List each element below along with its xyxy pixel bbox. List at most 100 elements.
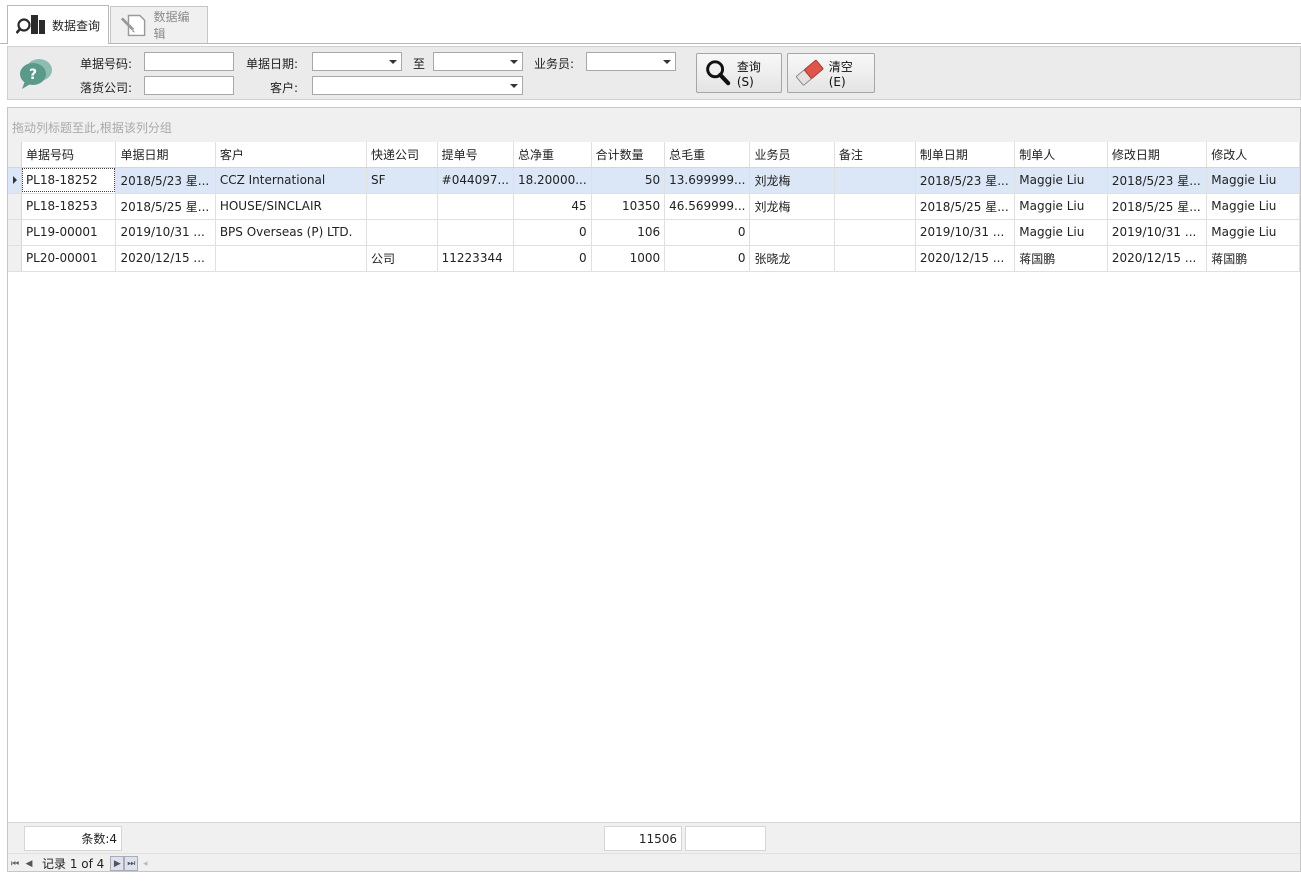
table-cell[interactable]: PL18-18252 xyxy=(21,167,117,194)
table-cell[interactable] xyxy=(749,219,835,246)
row-indicator[interactable] xyxy=(8,219,22,246)
table-cell[interactable]: 10350 xyxy=(591,193,666,220)
table-cell[interactable]: Maggie Liu xyxy=(1014,167,1108,194)
table-cell[interactable]: #044097... xyxy=(437,167,514,194)
table-cell[interactable]: 蒋国鹏 xyxy=(1014,245,1108,272)
table-cell[interactable]: Maggie Liu xyxy=(1206,167,1300,194)
shipping-company-input[interactable] xyxy=(144,76,234,95)
table-cell[interactable]: Maggie Liu xyxy=(1206,219,1300,246)
query-button[interactable]: 查询(S) xyxy=(696,53,782,93)
table-cell[interactable]: 1000 xyxy=(591,245,666,272)
tab-data-edit[interactable]: 数据编辑 xyxy=(110,6,208,43)
table-cell[interactable] xyxy=(437,219,514,246)
row-indicator[interactable] xyxy=(8,193,22,220)
customer-combo[interactable] xyxy=(312,76,523,95)
column-header[interactable]: 提单号 xyxy=(437,142,514,168)
table-row[interactable]: PL18-18252 2018/5/23 星... CCZ Internationa… xyxy=(8,167,1300,194)
column-header[interactable]: 快递公司 xyxy=(366,142,438,168)
column-header[interactable]: 单据日期 xyxy=(115,142,216,168)
table-cell[interactable]: Maggie Liu xyxy=(1014,219,1108,246)
table-cell[interactable]: 2020/12/15 ... xyxy=(915,245,1016,272)
column-header[interactable]: 总毛重 xyxy=(664,142,751,168)
table-cell[interactable]: 张晓龙 xyxy=(749,245,835,272)
table-cell[interactable]: 0 xyxy=(513,219,592,246)
table-cell[interactable]: Maggie Liu xyxy=(1206,193,1300,220)
table-cell[interactable]: Maggie Liu xyxy=(1014,193,1108,220)
table-cell[interactable]: PL20-00001 xyxy=(21,245,117,272)
column-header[interactable]: 制单日期 xyxy=(915,142,1016,168)
table-row[interactable]: PL20-00001 2020/12/15 ... 公司 11223344 0 1000 0… xyxy=(8,245,1300,272)
tab-divider xyxy=(0,43,1301,44)
column-header[interactable]: 业务员 xyxy=(749,142,835,168)
table-row[interactable]: PL19-00001 2019/10/31 ... BPS Overseas (P)… xyxy=(8,219,1300,246)
table-cell[interactable]: 刘龙梅 xyxy=(749,167,835,194)
column-header[interactable]: 客户 xyxy=(215,142,368,168)
table-cell[interactable] xyxy=(834,219,916,246)
table-cell[interactable] xyxy=(437,193,514,220)
table-cell[interactable] xyxy=(834,167,916,194)
doc-no-input[interactable] xyxy=(144,52,234,71)
table-cell[interactable]: 2018/5/25 星... xyxy=(115,193,216,220)
column-header[interactable]: 单据号码 xyxy=(21,142,117,168)
table-row[interactable]: PL18-18253 2018/5/25 星... HOUSE/SINCLAIR 45… xyxy=(8,193,1300,220)
table-cell[interactable]: 2019/10/31 ... xyxy=(915,219,1016,246)
table-cell[interactable]: SF xyxy=(366,167,438,194)
table-cell[interactable]: 11223344 xyxy=(437,245,514,272)
column-header[interactable]: 修改人 xyxy=(1206,142,1300,168)
first-record-icon[interactable]: ⏮ xyxy=(8,856,22,871)
tab-data-query[interactable]: 数据查询 xyxy=(7,5,109,44)
table-cell[interactable]: 2019/10/31 ... xyxy=(1107,219,1208,246)
table-cell[interactable]: HOUSE/SINCLAIR xyxy=(215,193,368,220)
column-header[interactable]: 制单人 xyxy=(1014,142,1108,168)
prev-record-icon[interactable]: ◀ xyxy=(22,856,36,871)
table-cell[interactable]: 50 xyxy=(591,167,666,194)
table-cell[interactable]: PL18-18253 xyxy=(21,193,117,220)
customer-label: 客户: xyxy=(270,81,299,95)
table-cell[interactable]: 2020/12/15 ... xyxy=(1107,245,1208,272)
table-cell[interactable]: 公司 xyxy=(366,245,438,272)
table-cell[interactable]: BPS Overseas (P) LTD. xyxy=(215,219,368,246)
table-cell[interactable]: 2019/10/31 ... xyxy=(115,219,216,246)
column-header[interactable]: 备注 xyxy=(834,142,916,168)
table-cell[interactable] xyxy=(366,219,438,246)
table-cell[interactable]: 45 xyxy=(513,193,592,220)
table-cell[interactable]: 0 xyxy=(513,245,592,272)
table-cell[interactable]: 106 xyxy=(591,219,666,246)
table-cell[interactable]: 2018/5/25 星... xyxy=(915,193,1016,220)
table-cell[interactable]: 2020/12/15 ... xyxy=(115,245,216,272)
row-indicator-header xyxy=(8,142,22,168)
clear-button[interactable]: 清空(E) xyxy=(787,53,875,93)
next-record-icon[interactable]: ▶ xyxy=(110,856,125,871)
table-cell[interactable] xyxy=(834,245,916,272)
salesperson-combo[interactable] xyxy=(586,52,676,71)
last-record-icon[interactable]: ⏭ xyxy=(124,856,139,871)
table-cell[interactable]: 46.569999... xyxy=(664,193,751,220)
table-cell[interactable]: 2018/5/23 星... xyxy=(915,167,1016,194)
date-from-combo[interactable] xyxy=(312,52,402,71)
row-indicator[interactable] xyxy=(8,245,22,272)
search-doc-icon xyxy=(16,15,45,34)
table-cell[interactable]: 0 xyxy=(664,219,751,246)
column-header[interactable]: 合计数量 xyxy=(591,142,666,168)
table-cell[interactable]: CCZ International xyxy=(215,167,368,194)
table-cell[interactable]: 2018/5/25 星... xyxy=(1107,193,1208,220)
scroll-left-icon[interactable]: ◂ xyxy=(138,856,152,871)
record-position-text: 记录 1 of 4 xyxy=(42,857,105,871)
table-cell[interactable] xyxy=(215,245,368,272)
row-indicator[interactable] xyxy=(8,167,22,194)
table-cell[interactable] xyxy=(366,193,438,220)
column-header[interactable]: 总净重 xyxy=(513,142,592,168)
grid-table: 单据号码 单据日期 客户 快递公司 提单号 总净重 合计数量 总毛重 业务员 备… xyxy=(8,142,1300,272)
table-cell[interactable]: 2018/5/23 星... xyxy=(115,167,216,194)
table-cell[interactable] xyxy=(834,193,916,220)
table-cell[interactable]: 13.699999... xyxy=(664,167,751,194)
table-cell[interactable]: 2018/5/23 星... xyxy=(1107,167,1208,194)
table-cell[interactable]: 刘龙梅 xyxy=(749,193,835,220)
table-cell[interactable]: PL19-00001 xyxy=(21,219,117,246)
table-cell[interactable]: 蒋国鹏 xyxy=(1206,245,1300,272)
table-cell[interactable]: 18.20000... xyxy=(513,167,592,194)
group-by-panel[interactable]: 拖动列标题至此,根据该列分组 xyxy=(8,108,1300,142)
date-to-combo[interactable] xyxy=(433,52,523,71)
table-cell[interactable]: 0 xyxy=(664,245,751,272)
column-header[interactable]: 修改日期 xyxy=(1107,142,1208,168)
